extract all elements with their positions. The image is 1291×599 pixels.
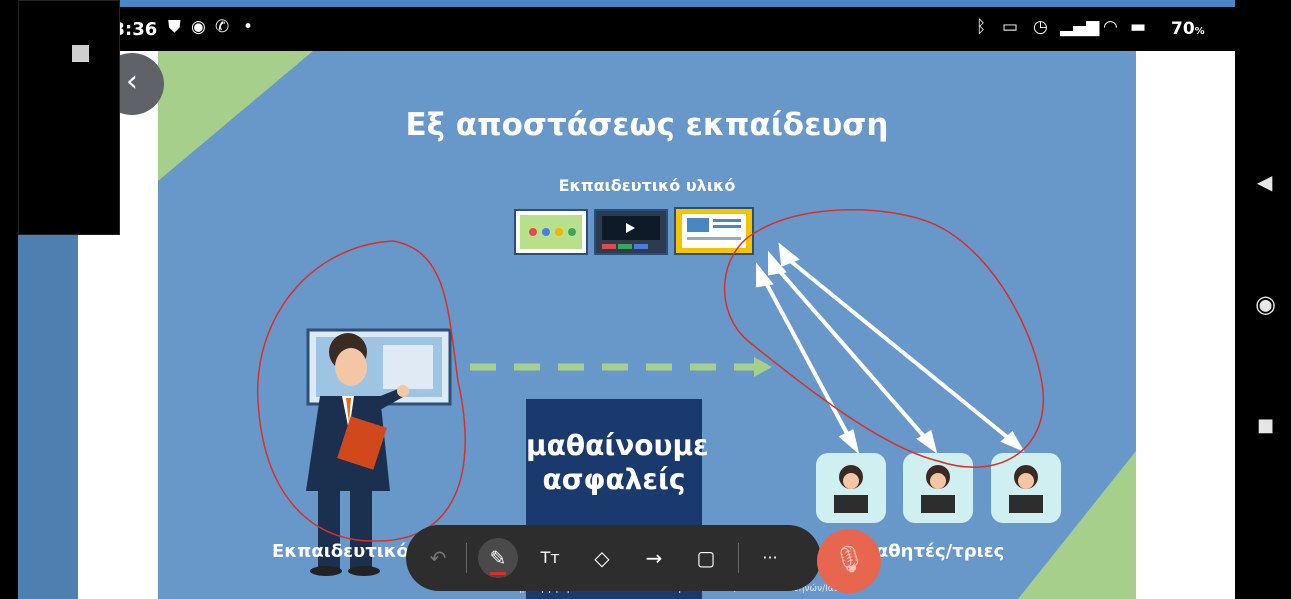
presentation-slide: Εξ αποστάσεως εκπαίδευση Εκπαιδευτικό υλ…	[158, 51, 1136, 599]
battery-percentage: 70%	[1171, 19, 1205, 39]
wifi-icon: ◠	[1103, 17, 1118, 37]
teacher-label: Εκπαιδευτικός	[272, 541, 420, 562]
undo-icon[interactable]: ↶	[418, 538, 458, 578]
pen-icon[interactable]: ✎	[478, 538, 518, 578]
poster-line-1: μαθαίνουμε	[526, 429, 709, 462]
video-preview[interactable]	[18, 0, 120, 235]
vibrate-icon: ▭	[1002, 17, 1019, 37]
alarm-icon: ◷	[1033, 17, 1048, 37]
slide-title: Εξ αποστάσεως εκπαίδευση	[405, 107, 889, 143]
student-icons	[816, 453, 1061, 523]
circle-app-icon: ◉	[191, 17, 206, 37]
chevron-left-icon: ‹	[126, 64, 138, 99]
top-accent-bar	[18, 0, 1235, 7]
dot-icon: •	[243, 17, 254, 37]
annotation-toolbar: ↶ ✎ Tт ◇ → ▢ ···	[406, 525, 821, 591]
home-circle-icon[interactable]: ◉	[1255, 290, 1276, 318]
more-icon[interactable]: ···	[750, 538, 790, 578]
text-icon[interactable]: Tт	[530, 538, 570, 578]
stop-icon[interactable]	[72, 45, 89, 62]
material-thumbnails	[514, 207, 754, 255]
shield-icon: ⛊	[168, 17, 181, 37]
screen-share-view: 23:36 ⛊ ◉ ✆ • ᛒ ▭ ◷ ▂▄▆ ◠ ▬ 70% Εξ αποστ…	[18, 0, 1235, 599]
bluetooth-icon: ᛒ	[976, 17, 987, 37]
viber-icon: ✆	[215, 17, 230, 37]
pen-color-indicator	[490, 572, 506, 575]
teacher-to-students-arrow	[470, 357, 772, 377]
recents-square-icon[interactable]: ■	[1257, 415, 1274, 436]
mic-muted-button[interactable]: 🎙	[817, 529, 881, 593]
signal-icon: ▂▄▆	[1060, 17, 1100, 37]
poster-line-2: ασφαλείς	[542, 463, 686, 496]
material-label: Εκπαιδευτικό υλικό	[558, 176, 736, 195]
toolbar-divider	[738, 543, 739, 573]
battery-icon: ▬	[1130, 17, 1147, 37]
teacher-board	[306, 328, 452, 406]
back-triangle-icon[interactable]: ◀	[1257, 170, 1272, 194]
arrow-icon[interactable]: →	[634, 538, 674, 578]
shape-icon[interactable]: ▢	[686, 538, 726, 578]
system-nav-bar: ◀ ◉ ■	[1235, 0, 1291, 599]
slide-margin-right	[1136, 51, 1235, 599]
mic-muted-icon: 🎙	[832, 545, 866, 575]
toolbar-divider	[466, 543, 467, 573]
status-bar: 23:36 ⛊ ◉ ✆ • ᛒ ▭ ◷ ▂▄▆ ◠ ▬ 70%	[18, 7, 1235, 51]
eraser-icon[interactable]: ◇	[582, 538, 622, 578]
student-link-arrows	[756, 242, 1025, 455]
poster-text: μαθαίνουμε ασφαλείς	[526, 429, 709, 497]
